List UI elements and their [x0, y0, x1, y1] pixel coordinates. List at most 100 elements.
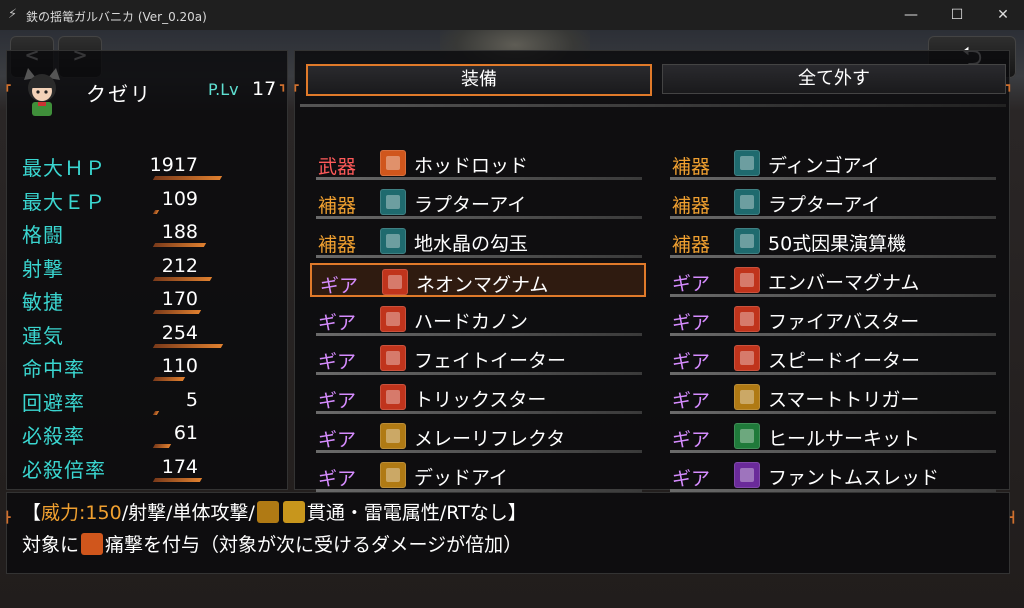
stat-value: 109 [161, 187, 198, 210]
slot-item-name: ディンゴアイ [768, 155, 880, 177]
critical-wound-icon [81, 533, 104, 555]
slot-category: ギア [672, 312, 711, 334]
equipment-slot[interactable]: 武器 ホッドロッド [310, 146, 646, 180]
pierce-icon [256, 501, 279, 523]
equipment-slot[interactable]: ギア ネオンマグナム [310, 263, 646, 297]
equipment-icon [380, 384, 406, 410]
slot-underline [316, 216, 642, 219]
stat-value: 1917 [149, 154, 198, 176]
equipment-slot[interactable]: ギア ファイアバスター [664, 302, 1000, 336]
equipment-icon [380, 306, 406, 332]
slot-item-name: トリックスター [414, 389, 547, 411]
stat-value: 5 [185, 388, 198, 411]
slot-item-name: フェイトイーター [414, 350, 567, 372]
close-button[interactable]: ✕ [980, 0, 1024, 30]
slot-underline [670, 255, 996, 258]
stat-bar [152, 243, 206, 247]
stat-value: 170 [161, 288, 198, 310]
slot-category: 補器 [672, 234, 711, 256]
desc-text: 痛撃を付与（対象が次に受けるダメージが倍加） [105, 534, 523, 556]
remove-all-button[interactable]: 全て外す [662, 64, 1006, 94]
stat-label: 敏捷 [22, 290, 64, 314]
stat-value: 254 [161, 321, 198, 344]
window-title: 鉄の揺篭ガルバニカ (Ver_0.20a) [26, 10, 207, 24]
equipment-slot[interactable]: ギア フェイトイーター [310, 341, 646, 375]
equipment-icon [734, 267, 760, 293]
slot-category: 補器 [318, 195, 357, 217]
slot-category: 補器 [672, 156, 711, 178]
equipment-icon [734, 462, 760, 488]
corner-ornament: ┏ [4, 79, 11, 92]
equipment-slot[interactable]: ギア ファントムスレッド [664, 458, 1000, 492]
slot-item-name: ラプターアイ [414, 194, 527, 216]
slot-underline [670, 372, 996, 375]
equipment-slot[interactable]: ギア デッドアイ [310, 458, 646, 492]
stat-value: 212 [161, 254, 198, 277]
equipment-slot[interactable]: 補器 ラプターアイ [310, 185, 646, 219]
equipment-slot[interactable]: 補器 ディンゴアイ [664, 146, 1000, 180]
slot-underline [316, 450, 642, 453]
slot-item-name: ハードカノン [414, 311, 529, 333]
equipment-slot[interactable]: 補器 50式因果演算機 [664, 224, 1000, 258]
stat-bar [152, 276, 213, 281]
slot-item-name: 地水晶の勾玉 [414, 233, 529, 255]
stat-value: 110 [161, 355, 198, 377]
slot-underline [316, 372, 642, 375]
equipment-slot[interactable]: ギア スマートトリガー [664, 380, 1000, 414]
window-titlebar: ⚡ 鉄の揺篭ガルバニカ (Ver_0.20a) — ☐ ✕ [0, 0, 1024, 30]
slot-category: ギア [318, 351, 357, 373]
equipment-icon [380, 189, 406, 215]
equipment-slot[interactable]: ギア トリックスター [310, 380, 646, 414]
stat-row: 最大ＥＰ 109 [22, 184, 282, 216]
desc-text: /射撃/単体攻撃/ [121, 502, 255, 524]
stat-label: 最大ＨＰ [22, 156, 106, 180]
equipment-icon [380, 423, 406, 449]
corner-ornament: ┓ [280, 79, 287, 92]
equipment-slot[interactable]: ギア スピードイーター [664, 341, 1000, 375]
divider [300, 104, 1006, 107]
slot-item-name: ヒールサーキット [768, 428, 921, 450]
stat-value: 174 [161, 455, 198, 478]
stat-bar [152, 444, 172, 448]
equipment-slot[interactable]: ギア ハードカノン [310, 302, 646, 336]
minimize-button[interactable]: — [888, 0, 934, 30]
stat-bar [152, 377, 185, 381]
stat-bar [152, 343, 224, 348]
corner-ornament: ┣ [4, 511, 11, 524]
equipment-icon [734, 423, 760, 449]
slot-underline [670, 333, 996, 336]
tab-equip[interactable]: 装備 [306, 64, 652, 96]
slot-category: ギア [320, 275, 359, 297]
slot-item-name: ラプターアイ [768, 194, 881, 216]
slot-category: 武器 [318, 156, 357, 178]
maximize-button[interactable]: ☐ [934, 0, 980, 30]
slot-underline [670, 489, 996, 492]
equipment-icon [380, 150, 406, 176]
stat-bar [152, 410, 160, 415]
equipment-slot[interactable]: ギア ヒールサーキット [664, 419, 1000, 453]
stat-bar [152, 176, 223, 180]
desc-bracket: 【 [22, 502, 42, 524]
stat-row: 運気 254 [22, 318, 282, 350]
character-name: クゼリ [86, 82, 152, 106]
equipment-slot[interactable]: 補器 ラプターアイ [664, 185, 1000, 219]
slot-category: ギア [318, 429, 357, 451]
equipment-slot[interactable]: ギア エンバーマグナム [664, 263, 1000, 297]
slot-item-name: スピードイーター [768, 350, 921, 372]
slot-underline [316, 411, 642, 414]
equipment-slot[interactable]: 補器 地水晶の勾玉 [310, 224, 646, 258]
slot-underline [670, 294, 996, 297]
equipment-icon [734, 384, 760, 410]
corner-ornament: ┓ [1006, 79, 1013, 92]
slot-category: ギア [672, 273, 711, 295]
desc-text: 対象に [22, 534, 80, 556]
equipment-slot[interactable]: ギア メレーリフレクタ [310, 419, 646, 453]
equipment-icon [734, 150, 760, 176]
stat-row: 回避率 5 [22, 385, 282, 417]
corner-ornament: ┫ [1010, 511, 1017, 524]
slot-category: 補器 [318, 234, 357, 256]
slot-item-name: ホッドロッド [414, 155, 529, 177]
power-value: 威力:150 [41, 502, 122, 524]
stat-label: 命中率 [22, 357, 85, 381]
slot-category: ギア [672, 390, 711, 412]
